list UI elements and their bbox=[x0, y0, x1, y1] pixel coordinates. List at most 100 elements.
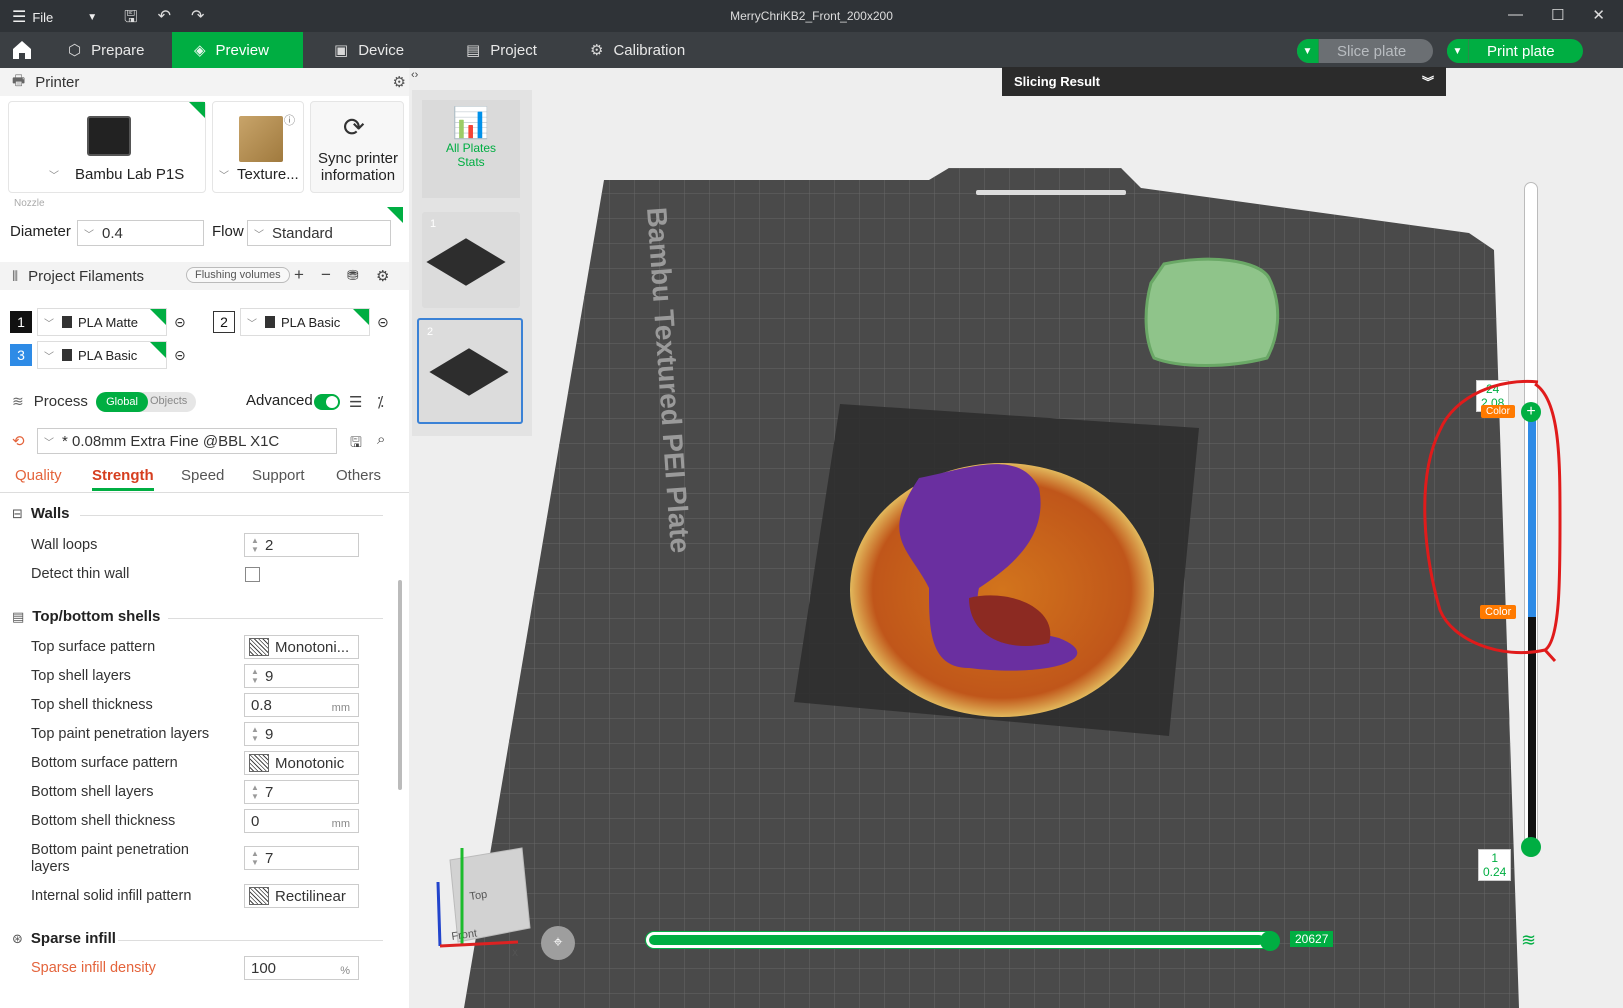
tab-project-label: Project bbox=[490, 41, 537, 59]
close-icon[interactable]: ✕ bbox=[1592, 6, 1605, 24]
sparse-density-input[interactable]: 100% bbox=[244, 956, 359, 980]
fit-view-button[interactable]: ⌖ bbox=[541, 926, 575, 960]
tab-prepare[interactable]: ⬡ Prepare bbox=[46, 32, 166, 68]
bottom-thickness-input[interactable]: 0 mm bbox=[244, 809, 359, 833]
tab-device[interactable]: ▣ Device bbox=[312, 32, 426, 68]
tab-preview-label: Preview bbox=[215, 41, 269, 59]
process-tabs: Quality Strength Speed Support Others bbox=[0, 463, 420, 493]
home-icon[interactable] bbox=[10, 38, 34, 62]
maximize-icon[interactable]: ☐ bbox=[1551, 6, 1564, 24]
global-objects-switch[interactable]: Global Objects bbox=[96, 392, 196, 412]
minimize-icon[interactable]: — bbox=[1508, 6, 1523, 24]
tab-project[interactable]: ▤ Project bbox=[444, 32, 559, 68]
diameter-select[interactable]: ﹀ 0.4 bbox=[77, 220, 204, 246]
filament-3-name: PLA Basic bbox=[78, 347, 138, 363]
print-dropdown-icon[interactable]: ▼ bbox=[1447, 39, 1469, 63]
stepper-icon[interactable]: ▲ ▼ bbox=[245, 725, 265, 743]
tab-others[interactable]: Others bbox=[336, 467, 381, 484]
tab-calibration[interactable]: ⚙ Calibration bbox=[568, 32, 707, 68]
view-cube-top[interactable]: Top bbox=[469, 889, 488, 903]
advanced-toggle[interactable] bbox=[314, 394, 340, 410]
wipe-tower[interactable] bbox=[1144, 257, 1280, 367]
process-preset-select[interactable]: ﹀ * 0.08mm Extra Fine @BBL X1C bbox=[37, 428, 337, 454]
3d-viewport[interactable]: Bambu Textured PEI Plate bbox=[409, 68, 1623, 1008]
tab-speed[interactable]: Speed bbox=[181, 467, 224, 484]
plate-thumb-2-image bbox=[429, 348, 509, 396]
plate-thumb-2[interactable]: 2 bbox=[417, 318, 523, 424]
slice-dropdown-icon[interactable]: ▼ bbox=[1297, 39, 1319, 63]
save-preset-icon[interactable]: 🖫 bbox=[350, 432, 362, 456]
tab-strength[interactable]: Strength bbox=[92, 467, 154, 491]
tab-support[interactable]: Support bbox=[252, 467, 305, 484]
printer-settings-icon[interactable]: ⚙ bbox=[393, 73, 406, 91]
list-icon[interactable]: ☰ bbox=[349, 393, 362, 411]
wall-loops-input[interactable]: ▲ ▼ 2 bbox=[244, 533, 359, 557]
plate-thumb-1[interactable]: 1 bbox=[422, 212, 520, 308]
printer-name: Bambu Lab P1S bbox=[75, 166, 185, 183]
print-plate-button[interactable]: ▼ Print plate bbox=[1447, 39, 1583, 63]
search-icon[interactable]: ⌕ bbox=[377, 431, 385, 448]
flow-select[interactable]: ﹀ Standard bbox=[247, 220, 391, 246]
filament-sync-icon[interactable]: ⛃ bbox=[347, 267, 359, 284]
layer-top-handle[interactable]: + bbox=[1521, 402, 1541, 422]
internal-pattern-select[interactable]: Rectilinear bbox=[244, 884, 359, 908]
sync-printer-button[interactable]: ⟳ Sync printer information bbox=[310, 101, 404, 193]
layer-slider[interactable] bbox=[1524, 182, 1538, 847]
sidebar-scrollbar[interactable] bbox=[398, 580, 402, 790]
reset-icon[interactable]: ⟲ bbox=[12, 432, 25, 450]
chevron-down-icon[interactable]: ︾ bbox=[1422, 73, 1434, 90]
stepper-icon[interactable]: ▲ ▼ bbox=[245, 667, 265, 685]
top-pattern-select[interactable]: Monotoni... bbox=[244, 635, 359, 659]
thin-wall-checkbox[interactable] bbox=[245, 567, 260, 582]
divider bbox=[80, 515, 383, 516]
stepper-icon[interactable]: ▲ ▼ bbox=[245, 849, 265, 867]
add-filament-icon[interactable]: + bbox=[294, 265, 304, 285]
process-section-title: Process bbox=[33, 392, 88, 410]
top-thickness-input[interactable]: 0.8 mm bbox=[244, 693, 359, 717]
filament-2-select[interactable]: ﹀ PLA Basic bbox=[240, 308, 370, 336]
flow-value: Standard bbox=[272, 224, 333, 242]
filament-3-marker bbox=[150, 342, 166, 358]
bottom-pattern-select[interactable]: Monotonic bbox=[244, 751, 359, 775]
filament-3-more-icon[interactable]: ⊝ bbox=[174, 347, 186, 364]
move-slider-handle[interactable] bbox=[1260, 931, 1280, 951]
slice-plate-button[interactable]: ▼ Slice plate bbox=[1297, 39, 1433, 63]
bottom-paint-input[interactable]: ▲ ▼ 7 bbox=[244, 846, 359, 870]
view-cube[interactable]: Top Front X bbox=[430, 838, 540, 958]
info-icon[interactable]: ⓘ bbox=[284, 112, 295, 128]
plate-card[interactable]: ⓘ ﹀ Texture... bbox=[212, 101, 304, 193]
color-change-tag[interactable]: Color bbox=[1480, 605, 1517, 619]
filament-settings-icon[interactable]: ⚙ bbox=[376, 267, 389, 285]
top-layers-input[interactable]: ▲ ▼ 9 bbox=[244, 664, 359, 688]
remove-filament-icon[interactable]: − bbox=[321, 265, 331, 285]
printer-card[interactable]: ﹀ Bambu Lab P1S bbox=[8, 101, 206, 193]
tab-preview[interactable]: ◈ Preview bbox=[172, 32, 303, 68]
filament-3-select[interactable]: ﹀ PLA Basic bbox=[37, 341, 167, 369]
flushing-volumes-button[interactable]: Flushing volumes bbox=[186, 267, 290, 283]
printer-image bbox=[87, 116, 131, 156]
stepper-icon[interactable]: ▲ ▼ bbox=[245, 536, 265, 554]
collapse-sidebar-icon[interactable]: ‹› bbox=[411, 69, 418, 81]
filament-2-more-icon[interactable]: ⊝ bbox=[377, 314, 389, 331]
filament-1-more-icon[interactable]: ⊝ bbox=[174, 314, 186, 331]
shells-icon: ▤ bbox=[12, 608, 25, 624]
tab-quality[interactable]: Quality bbox=[15, 467, 62, 484]
objects-option[interactable]: Objects bbox=[150, 395, 187, 407]
layers-view-icon[interactable]: ≋ bbox=[1521, 930, 1536, 951]
stepper-icon[interactable]: ▲ ▼ bbox=[245, 783, 265, 801]
filament-1-select[interactable]: ﹀ PLA Matte bbox=[37, 308, 167, 336]
top-paint-input[interactable]: ▲ ▼ 9 bbox=[244, 722, 359, 746]
slicing-result-panel[interactable]: Slicing Result ︾ bbox=[1002, 67, 1446, 96]
global-option[interactable]: Global bbox=[96, 392, 148, 412]
bottom-layers-input[interactable]: ▲ ▼ 7 bbox=[244, 780, 359, 804]
color-change-tag-top[interactable]: Color bbox=[1481, 405, 1515, 418]
printer-selector[interactable]: ﹀ Bambu Lab P1S bbox=[49, 166, 184, 183]
compare-icon[interactable]: ⁒ bbox=[377, 393, 384, 411]
layer-bottom-handle[interactable] bbox=[1521, 837, 1541, 857]
move-slider[interactable] bbox=[645, 931, 1279, 949]
all-plates-stats-button[interactable]: 📊 All Plates Stats bbox=[422, 100, 520, 198]
view-cube-front[interactable]: Front bbox=[451, 928, 478, 943]
chevron-down-icon: ﹀ bbox=[254, 229, 264, 241]
plate-selector[interactable]: ﹀ Texture... bbox=[219, 166, 299, 183]
sparse-infill-icon: ⊛ bbox=[12, 930, 23, 946]
